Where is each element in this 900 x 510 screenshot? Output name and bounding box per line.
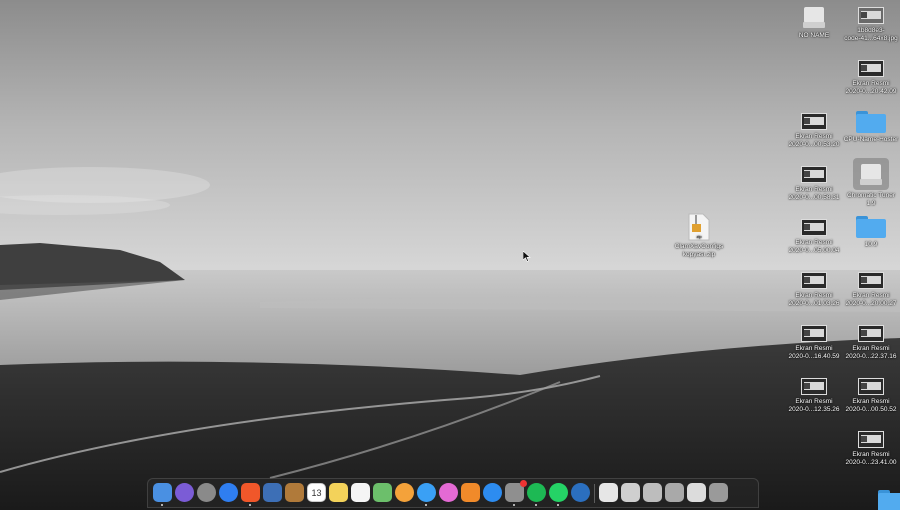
itunes-icon[interactable]	[439, 483, 458, 502]
desktop-icon-screenshot[interactable]: Ekran Resmi 2020-0...20.42.09	[840, 60, 900, 96]
desktop-icon-folder-partial[interactable]	[878, 490, 900, 510]
reminders-icon[interactable]	[351, 483, 370, 502]
running-indicator	[557, 504, 559, 506]
running-indicator	[249, 504, 251, 506]
desktop-icon-label: Ekran Resmi 2020-0...23.41.00	[845, 451, 897, 466]
desktop-icon-screenshot[interactable]: Ekran Resmi 2020-0...16.40.59	[783, 325, 845, 361]
desktop-icon-folder-10-9[interactable]: 10.9	[840, 216, 900, 249]
desktop-icon-label: CPU-Name-Hoster	[843, 136, 899, 143]
image-thumbnail-icon	[858, 7, 884, 24]
app-store-icon[interactable]	[483, 483, 502, 502]
whatsapp-icon[interactable]	[549, 483, 568, 506]
desktop-icon-screenshot[interactable]: Ekran Resmi 2020-0...00.53.20	[783, 113, 845, 149]
screenshot-thumbnail-icon	[801, 219, 827, 236]
desktop-icon-screenshot[interactable]: Ekran Resmi 2020-0...23.41.00	[840, 431, 900, 467]
zip-archive-icon: zip	[688, 213, 710, 241]
system-preferences-icon[interactable]	[505, 480, 527, 506]
desktop-icon-chromatic-tuner[interactable]: Chromatic Tuner 1.9	[840, 158, 900, 208]
desktop-icon-label: Ekran Resmi 2020-0...00.58.31	[788, 186, 840, 201]
screenshot-thumbnail-icon	[858, 378, 884, 395]
desktop-icon-screenshot[interactable]: Ekran Resmi 2020-0...00.58.31	[783, 166, 845, 202]
brave-browser-icon[interactable]	[241, 483, 260, 506]
books-icon[interactable]	[461, 483, 480, 502]
calendar-date-label: 13	[311, 488, 322, 498]
document-icon[interactable]	[599, 483, 618, 502]
dock-separator	[594, 484, 595, 503]
siri-icon[interactable]	[175, 483, 194, 502]
screenshot-stack-icon[interactable]	[621, 483, 640, 502]
screenshot-thumbnail-icon	[801, 272, 827, 289]
preview-icon[interactable]	[263, 483, 282, 502]
running-indicator	[535, 504, 537, 506]
desktop-icon-label: Ekran Resmi 2020-0...16.40.59	[788, 345, 840, 360]
screenshot-thumbnail-icon	[801, 325, 827, 342]
desktop-icon-screenshot[interactable]: Ekran Resmi 2020-0...22.37.16	[840, 325, 900, 361]
launchpad-icon[interactable]	[197, 483, 216, 502]
desktop-icon-no-name-drive[interactable]: NO NAME	[783, 4, 845, 40]
running-indicator	[513, 504, 515, 506]
desktop-icon-screenshot[interactable]: Ekran Resmi 2020-0...12.35.26	[783, 378, 845, 414]
desktop-icon-screenshot[interactable]: Ekran Resmi 2020-0...00.50.52	[840, 378, 900, 414]
desktop-icon-label: Ekran Resmi 2020-0...22.37.16	[845, 345, 897, 360]
desktop-icon-label: Ekran Resmi 2020-0...00.53.20	[788, 133, 840, 148]
messages-icon[interactable]	[417, 483, 436, 506]
desktop-icon-label: Ekran Resmi 2020-0...20.00.27	[845, 292, 897, 307]
folder-icon	[878, 490, 900, 510]
screenshot-thumbnail-icon	[801, 166, 827, 183]
running-indicator	[161, 504, 163, 506]
desktop-icon-label: Ekran Resmi 2020-0...20.42.09	[845, 80, 897, 95]
desktop-icon-label: Ekran Resmi 2020-0...05.00.04	[788, 239, 840, 254]
screenshot-thumbnail-icon	[801, 113, 827, 130]
screenshot-thumbnail-icon	[858, 272, 884, 289]
mouse-pointer-icon	[523, 251, 531, 262]
desktop-icon-image-file[interactable]: 1b8d8e3- code-41...64x8.jpg	[840, 7, 900, 43]
desktop-icon-label: ClamXavConfigs kopyası.zip	[674, 243, 724, 258]
desktop-icon-screenshot[interactable]: Ekran Resmi 2020-0...20.00.27	[840, 272, 900, 308]
desktop-icon-label: Chromatic Tuner 1.9	[846, 192, 896, 207]
dock: 13	[147, 478, 759, 508]
desktop-icon-screenshot[interactable]: Ekran Resmi 2020-0...01.03.26	[783, 272, 845, 308]
desktop-icon-label: Ekran Resmi 2020-0...12.35.26	[788, 398, 840, 413]
desktop-icon-label: Ekran Resmi 2020-0...00.50.52	[845, 398, 897, 413]
desktop-icon-label: 10.9	[864, 241, 878, 248]
disk-image-icon	[858, 161, 884, 187]
screenshot-thumbnail-icon	[801, 378, 827, 395]
window-stack-icon[interactable]	[665, 483, 684, 502]
desktop-icon-label: 1b8d8e3- code-41...64x8.jpg	[844, 27, 898, 42]
notification-badge	[520, 480, 527, 487]
desktop-icon-cpu-name-hoster-folder[interactable]: CPU-Name-Hoster	[840, 111, 900, 144]
running-indicator	[425, 504, 427, 506]
calendar-icon[interactable]: 13	[307, 483, 326, 502]
svg-text:zip: zip	[696, 234, 702, 239]
desktop-icon-label: NO NAME	[798, 32, 830, 39]
external-drive-icon	[801, 4, 827, 30]
screenshot-thumbnail-icon	[858, 325, 884, 342]
folder-icon	[856, 111, 886, 133]
maps-icon[interactable]	[373, 483, 392, 502]
safari-icon[interactable]	[219, 483, 238, 502]
folder-icon	[856, 216, 886, 238]
photos-icon[interactable]	[395, 483, 414, 502]
stack-icon[interactable]	[643, 483, 662, 502]
spotify-icon[interactable]	[527, 483, 546, 506]
desktop-wallpaper	[0, 0, 900, 510]
desktop-icon-screenshot[interactable]: Ekran Resmi 2020-0...05.00.04	[783, 219, 845, 255]
desktop-icon-zip-file[interactable]: zip ClamXavConfigs kopyası.zip	[668, 213, 730, 259]
edge-icon[interactable]	[571, 483, 590, 502]
trash-icon[interactable]	[709, 483, 728, 502]
downloads-stack-icon[interactable]	[687, 483, 706, 502]
notes-icon[interactable]	[329, 483, 348, 502]
desktop-icon-label: Ekran Resmi 2020-0...01.03.26	[788, 292, 840, 307]
notefile-icon[interactable]	[285, 483, 304, 502]
finder-icon[interactable]	[153, 483, 172, 506]
screenshot-thumbnail-icon	[858, 60, 884, 77]
screenshot-thumbnail-icon	[858, 431, 884, 448]
